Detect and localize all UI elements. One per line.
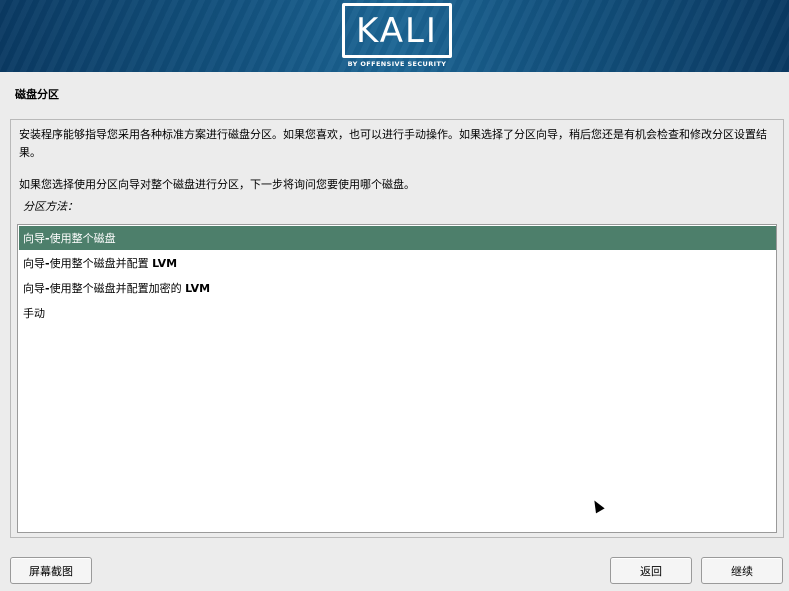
back-button[interactable]: 返回 [610, 557, 692, 584]
partition-method-label: 分区方法： [23, 200, 78, 213]
logo-subtitle: BY OFFENSIVE SECURITY [347, 60, 447, 68]
option-prefix: 向导 [23, 282, 45, 295]
main-panel: 安装程序能够指导您采用各种标准方案进行磁盘分区。如果您喜欢，也可以进行手动操作。… [10, 119, 784, 538]
option-text: 使用整个磁盘并配置 [49, 257, 153, 270]
option-prefix: 向导 [23, 232, 45, 245]
kali-banner: KALI BY OFFENSIVE SECURITY [0, 0, 789, 72]
partition-method-list[interactable]: 向导 - 使用整个磁盘 向导 - 使用整个磁盘并配置 LVM 向导 - 使用整个… [17, 224, 777, 533]
option-prefix: 向导 [23, 257, 45, 270]
list-item-guided-encrypted-lvm[interactable]: 向导 - 使用整个磁盘并配置加密的 LVM [19, 276, 776, 300]
continue-button[interactable]: 继续 [701, 557, 783, 584]
option-prefix: 手动 [23, 307, 45, 320]
option-suffix: LVM [152, 256, 178, 270]
list-item-guided-lvm[interactable]: 向导 - 使用整个磁盘并配置 LVM [19, 251, 776, 275]
list-item-manual[interactable]: 手动 [19, 301, 776, 325]
option-text: 使用整个磁盘 [49, 232, 116, 245]
page-title: 磁盘分区 [15, 88, 59, 101]
screenshot-button[interactable]: 屏幕截图 [10, 557, 92, 584]
description-text: 安装程序能够指导您采用各种标准方案进行磁盘分区。如果您喜欢，也可以进行手动操作。… [19, 128, 767, 159]
option-text: 使用整个磁盘并配置加密的 [49, 282, 186, 295]
list-item-guided-entire-disk[interactable]: 向导 - 使用整个磁盘 [19, 226, 776, 250]
description-text-2: 如果您选择使用分区向导对整个磁盘进行分区，下一步将询问您要使用哪个磁盘。 [19, 178, 415, 191]
kali-logo: KALI [342, 3, 452, 58]
option-suffix: LVM [185, 281, 211, 295]
logo-text: KALI [356, 10, 438, 51]
